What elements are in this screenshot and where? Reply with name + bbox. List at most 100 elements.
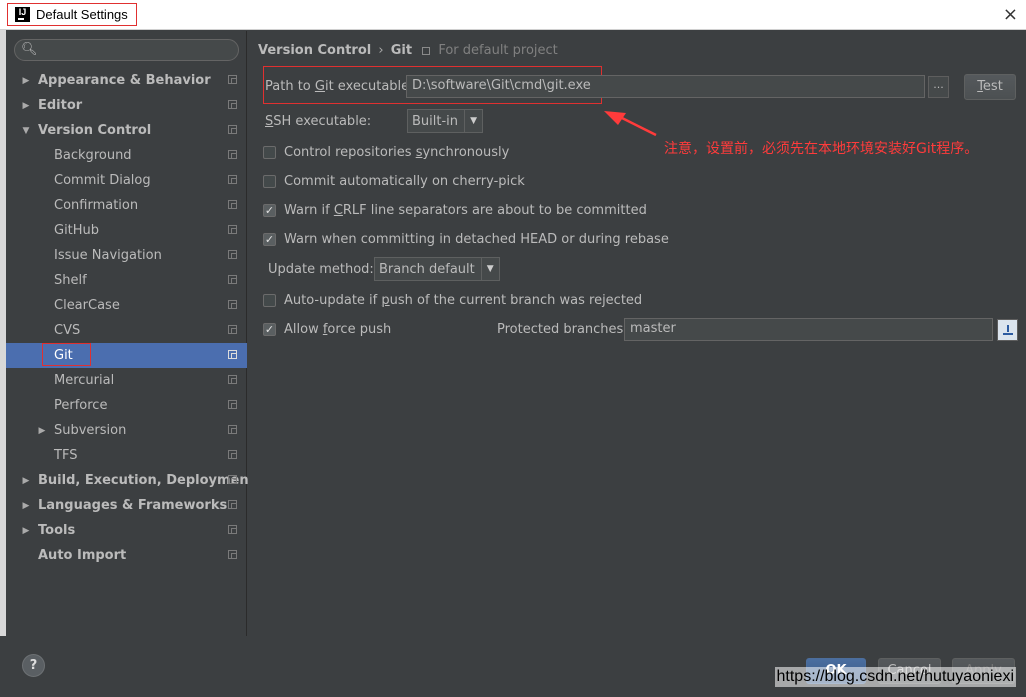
git-option-row[interactable]: Control repositories synchronously	[263, 145, 509, 160]
breadcrumb: Version Control › Git For default projec…	[258, 43, 558, 58]
sidebar-item-label: Mercurial	[54, 373, 115, 388]
sidebar-item-perforce[interactable]: Perforce	[6, 393, 247, 418]
close-icon[interactable]: ×	[1003, 4, 1018, 25]
protected-branches-input[interactable]: master	[624, 318, 993, 341]
search-icon: 🔍︎	[21, 42, 38, 57]
sidebar-item-editor[interactable]: ▶ Editor	[6, 93, 247, 118]
chevron-right-icon[interactable]: ▶	[20, 501, 32, 511]
sidebar-item-build-execution-deployment[interactable]: ▶ Build, Execution, Deployment	[6, 468, 255, 493]
sidebar-item-tools[interactable]: ▶ Tools	[6, 518, 247, 543]
chevron-down-icon[interactable]: ▼	[20, 126, 32, 136]
git-option-checkbox[interactable]	[263, 175, 276, 188]
sidebar-item-commit-dialog[interactable]: Commit Dialog	[6, 168, 247, 193]
sidebar-item-label: Confirmation	[54, 198, 139, 213]
sidebar-item-label: CVS	[54, 323, 81, 338]
git-option-label: Commit automatically on cherry-pick	[284, 174, 525, 189]
project-settings-icon	[228, 275, 237, 284]
sidebar-item-tfs[interactable]: TFS	[6, 443, 247, 468]
sidebar-item-git[interactable]: Git	[6, 343, 247, 368]
autoupdate-checkbox[interactable]	[263, 294, 276, 307]
project-icon	[422, 46, 431, 55]
force-push-checkbox[interactable]: ✓	[263, 323, 276, 336]
sidebar-item-shelf[interactable]: Shelf	[6, 268, 247, 293]
sidebar-item-clearcase[interactable]: ClearCase	[6, 293, 247, 318]
chevron-right-icon[interactable]: ▶	[20, 476, 32, 486]
sidebar-item-github[interactable]: GitHub	[6, 218, 247, 243]
project-settings-icon	[228, 500, 237, 509]
sidebar-item-label: TFS	[54, 448, 78, 463]
sidebar-item-auto-import[interactable]: Auto Import	[6, 543, 247, 568]
git-option-checkbox[interactable]	[263, 146, 276, 159]
git-option-checkbox[interactable]: ✓	[263, 204, 276, 217]
git-option-checkbox[interactable]: ✓	[263, 233, 276, 246]
breadcrumb-version-control: Version Control	[258, 43, 372, 58]
chevron-right-icon[interactable]: ▶	[20, 76, 32, 86]
sidebar-item-subversion[interactable]: ▶ Subversion	[6, 418, 247, 443]
project-settings-icon	[228, 450, 237, 459]
dialog-footer: ? OK Cancel Apply https://blog.csdn.net/…	[0, 636, 1026, 697]
project-settings-icon	[228, 425, 237, 434]
git-highlight-box	[42, 343, 91, 366]
git-option-label: Control repositories synchronously	[284, 145, 510, 160]
annotation-arrow-icon	[604, 111, 657, 137]
git-option-label: Warn if CRLF line separators are about t…	[284, 203, 647, 218]
breadcrumb-project-scope: For default project	[438, 43, 558, 58]
git-path-input[interactable]: D:\software\Git\cmd\git.exe	[406, 75, 925, 98]
project-settings-icon	[228, 200, 237, 209]
browse-button[interactable]: ...	[928, 76, 949, 98]
git-option-label: Warn when committing in detached HEAD or…	[284, 232, 669, 247]
project-settings-icon	[228, 75, 237, 84]
update-method-label: Update method:	[268, 262, 374, 277]
protected-branches-label: Protected branches:	[497, 322, 628, 337]
project-settings-icon	[228, 325, 237, 334]
window-title: Default Settings	[36, 7, 128, 22]
help-button[interactable]: ?	[22, 654, 45, 677]
sidebar-item-label: Subversion	[54, 423, 127, 438]
sidebar-item-background[interactable]: Background	[6, 143, 247, 168]
title-highlight-box: IJ Default Settings	[7, 3, 137, 26]
git-option-row[interactable]: ✓ Warn when committing in detached HEAD o…	[263, 232, 669, 247]
sidebar-item-languages-frameworks[interactable]: ▶ Languages & Frameworks	[6, 493, 247, 518]
sidebar-item-confirmation[interactable]: Confirmation	[6, 193, 247, 218]
update-method-select[interactable]: Branch default ▼	[374, 257, 500, 281]
sidebar-item-label: Auto Import	[38, 548, 127, 563]
ssh-executable-select[interactable]: Built-in ▼	[407, 109, 484, 133]
chevron-right-icon[interactable]: ▶	[36, 426, 48, 436]
chevron-right-icon[interactable]: ▶	[20, 526, 32, 536]
project-settings-icon	[228, 100, 237, 109]
ssh-executable-label: SSH executable:	[265, 114, 372, 129]
project-settings-icon	[228, 250, 237, 259]
update-method-value: Branch default	[379, 261, 475, 277]
sidebar-item-label: Perforce	[54, 398, 108, 413]
intellij-app-icon: IJ	[15, 7, 30, 22]
project-settings-icon	[228, 125, 237, 134]
sidebar-item-issue-navigation[interactable]: Issue Navigation	[6, 243, 247, 268]
project-settings-icon	[228, 150, 237, 159]
chevron-down-icon: ▼	[480, 258, 499, 280]
sidebar-item-label: ClearCase	[54, 298, 120, 313]
sidebar-item-version-control[interactable]: ▼ Version Control	[6, 118, 247, 143]
sidebar-item-label: Version Control	[38, 123, 152, 138]
project-settings-icon	[228, 550, 237, 559]
sidebar-item-label: Issue Navigation	[54, 248, 162, 263]
sidebar-item-appearance-behavior[interactable]: ▶ Appearance & Behavior	[6, 68, 247, 93]
project-settings-icon	[228, 475, 237, 484]
search-input[interactable]: 🔍︎	[14, 39, 239, 61]
sidebar-item-label: Languages & Frameworks	[38, 498, 228, 513]
sidebar-item-label: Background	[54, 148, 132, 163]
sidebar-item-label: Editor	[38, 98, 83, 113]
download-icon[interactable]	[997, 319, 1018, 341]
sidebar-item-label: Appearance & Behavior	[38, 73, 211, 88]
sidebar-item-label: GitHub	[54, 223, 100, 238]
force-push-checkbox-row[interactable]: ✓ Allow force push	[263, 322, 391, 337]
test-button[interactable]: Test	[964, 74, 1016, 100]
annotation-note: 注意，设置前，必须先在本地环境安装好Git程序。	[664, 141, 979, 157]
sidebar-item-cvs[interactable]: CVS	[6, 318, 247, 343]
chevron-right-icon[interactable]: ▶	[20, 101, 32, 111]
git-path-label: Path to Git executable:	[265, 79, 414, 94]
project-settings-icon	[228, 300, 237, 309]
git-option-row[interactable]: ✓ Warn if CRLF line separators are about …	[263, 203, 647, 218]
autoupdate-checkbox-row[interactable]: Auto-update if push of the current branc…	[263, 293, 642, 308]
git-option-row[interactable]: Commit automatically on cherry-pick	[263, 174, 525, 189]
sidebar-item-mercurial[interactable]: Mercurial	[6, 368, 247, 393]
